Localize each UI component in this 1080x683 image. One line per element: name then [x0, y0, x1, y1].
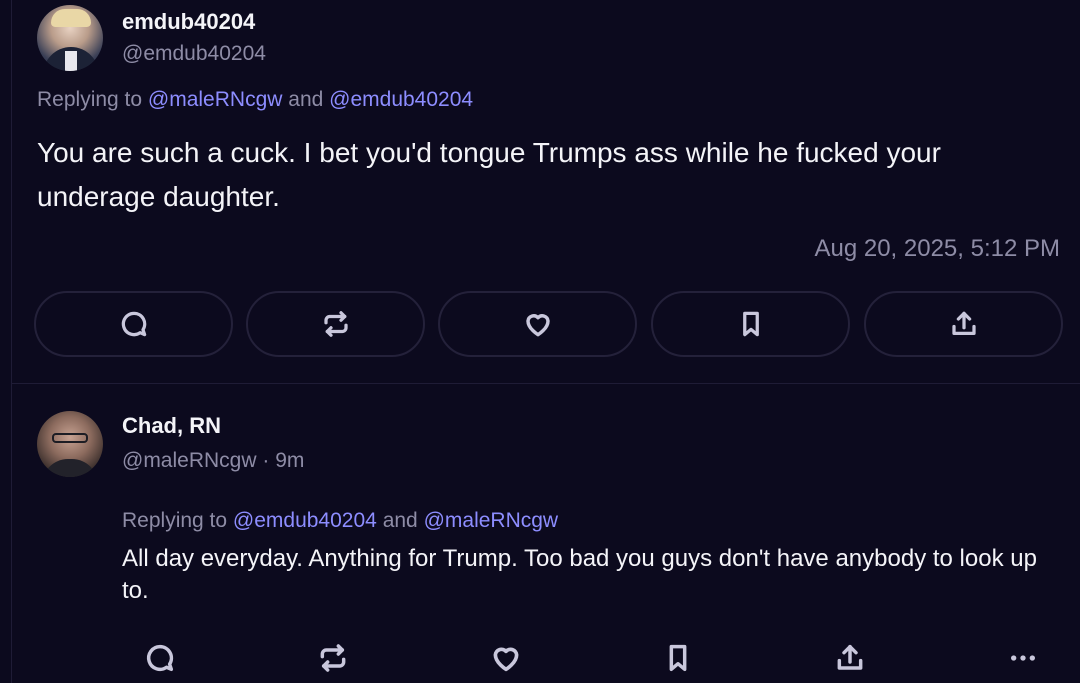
bookmark-icon [736, 309, 766, 339]
repost-icon [321, 309, 351, 339]
repost-button[interactable] [246, 291, 425, 357]
author-handle-line: @maleRNcgw · 9m [122, 449, 304, 473]
mention-link[interactable]: @emdub40204 [233, 509, 377, 532]
mention-link[interactable]: @emdub40204 [329, 88, 473, 111]
share-icon [834, 642, 866, 674]
share-icon [949, 309, 979, 339]
avatar[interactable] [37, 5, 103, 71]
heart-icon [489, 641, 523, 675]
repost-icon [317, 642, 349, 674]
bookmark-button[interactable] [660, 640, 696, 676]
author-display-name[interactable]: emdub40204 [122, 9, 255, 35]
mention-link[interactable]: @maleRNcgw [424, 509, 559, 532]
replying-prefix: Replying to [122, 509, 228, 532]
separator: · [262, 449, 270, 472]
author-handle[interactable]: @maleRNcgw [122, 449, 257, 472]
replying-to: Replying to @maleRNcgw and @emdub40204 [37, 88, 473, 112]
reply-icon [144, 642, 176, 674]
like-button[interactable] [438, 291, 637, 357]
reply-button[interactable] [34, 291, 233, 357]
reply-icon [119, 309, 149, 339]
avatar[interactable] [37, 411, 103, 477]
main-post: emdub40204 @emdub40204 Replying to @male… [0, 0, 1080, 384]
post-timestamp: Aug 20, 2025, 5:12 PM [814, 235, 1060, 262]
mention-link[interactable]: @maleRNcgw [148, 88, 283, 111]
share-button[interactable] [832, 640, 868, 676]
like-button[interactable] [488, 640, 524, 676]
bookmark-icon [662, 642, 694, 674]
author-display-name[interactable]: Chad, RN [122, 413, 221, 439]
more-options-button[interactable] [1005, 640, 1041, 676]
replying-and: and [382, 509, 418, 532]
bookmark-button[interactable] [651, 291, 850, 357]
replying-and: and [288, 88, 324, 111]
share-button[interactable] [864, 291, 1063, 357]
replying-prefix: Replying to [37, 88, 143, 111]
post-divider [11, 383, 1080, 384]
more-icon [1007, 642, 1039, 674]
replying-to: Replying to @emdub40204 and @maleRNcgw [122, 509, 558, 533]
post-text: All day everyday. Anything for Trump. To… [122, 545, 1037, 604]
author-handle[interactable]: @emdub40204 [122, 42, 266, 66]
post-text: You are such a cuck. I bet you'd tongue … [37, 137, 941, 212]
heart-icon [522, 308, 554, 340]
repost-button[interactable] [315, 640, 351, 676]
post-age: 9m [275, 449, 305, 472]
reply-button[interactable] [142, 640, 178, 676]
